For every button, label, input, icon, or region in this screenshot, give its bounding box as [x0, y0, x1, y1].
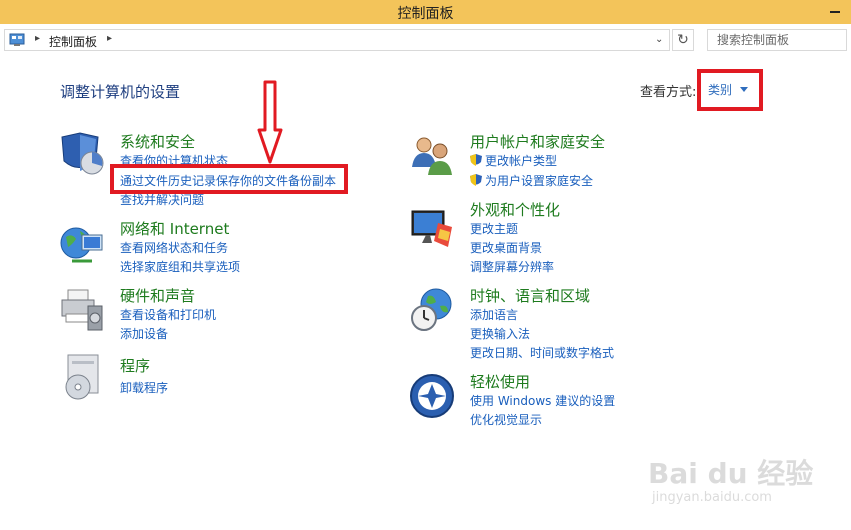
link-network-status[interactable]: 查看网络状态和任务	[120, 239, 228, 256]
address-bar[interactable]: ▸ 控制面板 ▸ ⌄	[4, 29, 670, 51]
programs-icon[interactable]	[58, 353, 106, 401]
view-by-label: 查看方式:	[640, 85, 697, 100]
link-change-desktop-background[interactable]: 更改桌面背景	[470, 239, 542, 256]
link-uninstall-program[interactable]: 卸载程序	[120, 379, 168, 396]
category-clock-language-region[interactable]: 时钟、语言和区域	[470, 285, 590, 306]
category-system-security[interactable]: 系统和安全	[120, 131, 195, 152]
annotation-down-arrow	[257, 80, 283, 164]
category-appearance[interactable]: 外观和个性化	[470, 199, 560, 220]
link-add-device[interactable]: 添加设备	[120, 325, 168, 342]
link-change-theme[interactable]: 更改主题	[470, 220, 518, 237]
title-bar: 控制面板	[0, 0, 851, 24]
highlight-box-file-history	[110, 164, 348, 194]
link-family-safety[interactable]: 为用户设置家庭安全	[470, 172, 593, 189]
breadcrumb-control-panel[interactable]: 控制面板	[49, 33, 97, 50]
search-input[interactable]: 搜索控制面板	[707, 29, 847, 51]
page-title: 调整计算机的设置	[60, 83, 181, 101]
clock-globe-icon[interactable]	[408, 286, 456, 334]
link-optimize-visual-display[interactable]: 优化视觉显示	[470, 411, 542, 428]
minimize-button[interactable]	[827, 1, 843, 21]
control-panel-icon	[9, 33, 25, 46]
uac-shield-icon	[470, 154, 482, 166]
link-adjust-resolution[interactable]: 调整屏幕分辨率	[470, 258, 554, 275]
watermark-url: jingyan.baidu.com	[652, 490, 772, 505]
address-bar-row: ▸ 控制面板 ▸ ⌄ ↻ 搜索控制面板	[0, 24, 851, 58]
window-title: 控制面板	[397, 6, 454, 22]
breadcrumb-chevron-icon[interactable]: ▸	[107, 33, 112, 44]
highlight-box-view-by	[697, 69, 763, 111]
chevron-down-icon[interactable]: ⌄	[655, 34, 663, 45]
link-date-time-format[interactable]: 更改日期、时间或数字格式	[470, 344, 614, 361]
appearance-monitor-icon[interactable]	[408, 205, 456, 253]
link-change-input-method[interactable]: 更换输入法	[470, 325, 530, 342]
link-add-language[interactable]: 添加语言	[470, 306, 518, 323]
category-programs[interactable]: 程序	[120, 355, 150, 376]
link-devices-printers[interactable]: 查看设备和打印机	[120, 306, 216, 323]
printer-icon[interactable]	[58, 286, 106, 334]
baidu-watermark: Bai du 经验 jingyan.baidu.com	[648, 452, 848, 512]
category-network-internet[interactable]: 网络和 Internet	[120, 218, 229, 239]
user-accounts-icon[interactable]	[408, 131, 456, 179]
breadcrumb-chevron-icon[interactable]: ▸	[35, 33, 40, 44]
link-windows-recommended[interactable]: 使用 Windows 建议的设置	[470, 392, 615, 409]
refresh-button[interactable]: ↻	[672, 29, 694, 51]
watermark-brand: Bai du 经验	[648, 457, 814, 490]
link-change-account-type[interactable]: 更改帐户类型	[470, 152, 557, 169]
network-globe-icon[interactable]	[58, 221, 106, 269]
ease-of-access-icon[interactable]	[408, 372, 456, 420]
category-ease-of-access[interactable]: 轻松使用	[470, 371, 530, 392]
category-hardware-sound[interactable]: 硬件和声音	[120, 285, 195, 306]
category-user-accounts[interactable]: 用户帐户和家庭安全	[470, 131, 605, 152]
shield-pie-icon[interactable]	[58, 131, 106, 179]
link-homegroup-sharing[interactable]: 选择家庭组和共享选项	[120, 258, 240, 275]
uac-shield-icon	[470, 174, 482, 186]
refresh-icon: ↻	[677, 32, 689, 48]
